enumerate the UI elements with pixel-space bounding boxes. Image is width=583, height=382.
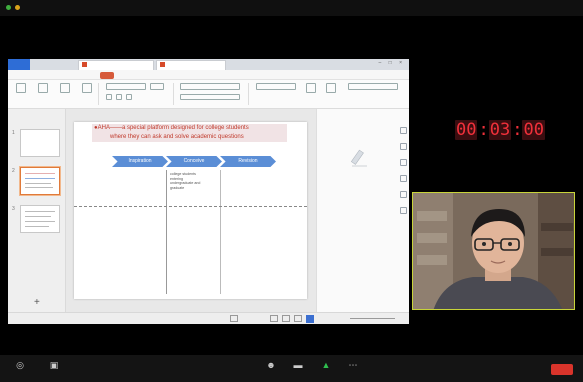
add-slide-icon[interactable]: + xyxy=(34,297,40,308)
participants-icon: ☻ xyxy=(266,360,276,370)
divider xyxy=(248,83,249,105)
ribbon-toolbar xyxy=(8,80,409,109)
mute-button[interactable]: ◎ xyxy=(10,360,30,372)
slide-thumbnail-selected[interactable]: 2 xyxy=(12,167,60,195)
underline-icon[interactable] xyxy=(126,94,132,100)
connection-icon xyxy=(6,5,11,10)
current-slide[interactable]: ●AHA——a special platform designed for co… xyxy=(74,122,307,299)
share-icon: ▲ xyxy=(321,360,331,370)
divider xyxy=(173,83,174,105)
countdown-timer: 00:03:00 xyxy=(455,120,545,140)
slide-headline-line1: ●AHA——a special platform designed for co… xyxy=(94,125,249,131)
ppt-icon xyxy=(160,62,165,68)
participants-button[interactable]: ☻ xyxy=(260,360,282,372)
video-button[interactable]: ▣ xyxy=(42,360,66,372)
end-meeting-button[interactable] xyxy=(551,364,573,375)
slide-thumbnail[interactable]: 3 xyxy=(12,205,60,233)
chat-icon: ▬ xyxy=(293,360,303,370)
meeting-controls-bar: ◎ ▣ ☻ ▬ ▲ ⋯ xyxy=(0,355,583,382)
sorter-view-icon[interactable] xyxy=(282,315,290,322)
menu-item-active[interactable] xyxy=(100,72,114,79)
document-tab-1[interactable] xyxy=(78,60,154,70)
share-button[interactable]: ▲ xyxy=(314,360,338,372)
conceive-text: college students entering undergraduate … xyxy=(170,172,201,190)
more-icon: ⋯ xyxy=(348,360,358,370)
font-name-select[interactable] xyxy=(106,83,146,90)
layout-icon[interactable] xyxy=(60,83,70,93)
side-tool-icon[interactable] xyxy=(400,175,407,182)
shapes-gallery[interactable] xyxy=(256,83,296,90)
stage-chevron: Inspiration xyxy=(112,156,168,167)
stage-chevron: Revision xyxy=(220,156,276,167)
replace-icon[interactable] xyxy=(326,83,336,93)
app-title-bar: – □ × xyxy=(8,59,409,70)
divider xyxy=(98,83,99,105)
home-tab[interactable] xyxy=(8,59,30,70)
webcam-image xyxy=(413,193,574,309)
notes-icon[interactable] xyxy=(230,315,238,322)
menu-bar xyxy=(8,70,409,80)
font-size-select[interactable] xyxy=(150,83,164,90)
side-tool-icon[interactable] xyxy=(400,191,407,198)
slide-headline-line2: where they can ask and solve academic qu… xyxy=(110,134,244,140)
document-tab-2[interactable] xyxy=(156,60,226,70)
slide-thumbnail[interactable]: 1 xyxy=(12,129,60,157)
section-icon[interactable] xyxy=(82,83,92,93)
webcam-video[interactable] xyxy=(412,192,575,310)
find-icon[interactable] xyxy=(306,83,316,93)
side-tool-icon[interactable] xyxy=(400,159,407,166)
column-divider xyxy=(166,170,167,294)
meeting-top-bar xyxy=(0,0,583,16)
column-divider xyxy=(220,170,221,294)
side-tool-icon[interactable] xyxy=(400,207,407,214)
slide-canvas: ●AHA——a special platform designed for co… xyxy=(66,109,316,312)
reading-view-icon[interactable] xyxy=(294,315,302,322)
side-tool-icon[interactable] xyxy=(400,127,407,134)
chat-button[interactable]: ▬ xyxy=(288,360,308,372)
edit-pen-icon xyxy=(350,149,367,167)
paste-icon[interactable] xyxy=(16,83,26,93)
stage-chevron: Conceive xyxy=(166,156,222,167)
side-tool-icon[interactable] xyxy=(400,143,407,150)
ppt-icon xyxy=(82,62,87,68)
window-controls[interactable]: – □ × xyxy=(379,60,406,66)
alignment-tools[interactable] xyxy=(180,94,240,100)
arrange-tools[interactable] xyxy=(348,83,398,90)
slide-thumbnails-panel: 1 2 3 + xyxy=(8,109,66,312)
zoom-slider[interactable] xyxy=(350,318,395,319)
shared-presentation-window: – □ × 1 2 3 + ●AHA——a special platform d… xyxy=(8,59,409,324)
more-button[interactable]: ⋯ xyxy=(344,360,362,372)
new-slide-icon[interactable] xyxy=(38,83,48,93)
row-divider xyxy=(74,206,307,207)
task-pane xyxy=(316,109,409,312)
italic-icon[interactable] xyxy=(116,94,122,100)
security-icon[interactable] xyxy=(15,5,20,10)
status-bar xyxy=(8,312,409,324)
mic-icon: ◎ xyxy=(16,360,24,370)
slideshow-play-button[interactable] xyxy=(306,315,314,323)
paragraph-tools[interactable] xyxy=(180,83,240,90)
camera-icon: ▣ xyxy=(49,360,59,370)
bold-icon[interactable] xyxy=(106,94,112,100)
normal-view-icon[interactable] xyxy=(270,315,278,322)
